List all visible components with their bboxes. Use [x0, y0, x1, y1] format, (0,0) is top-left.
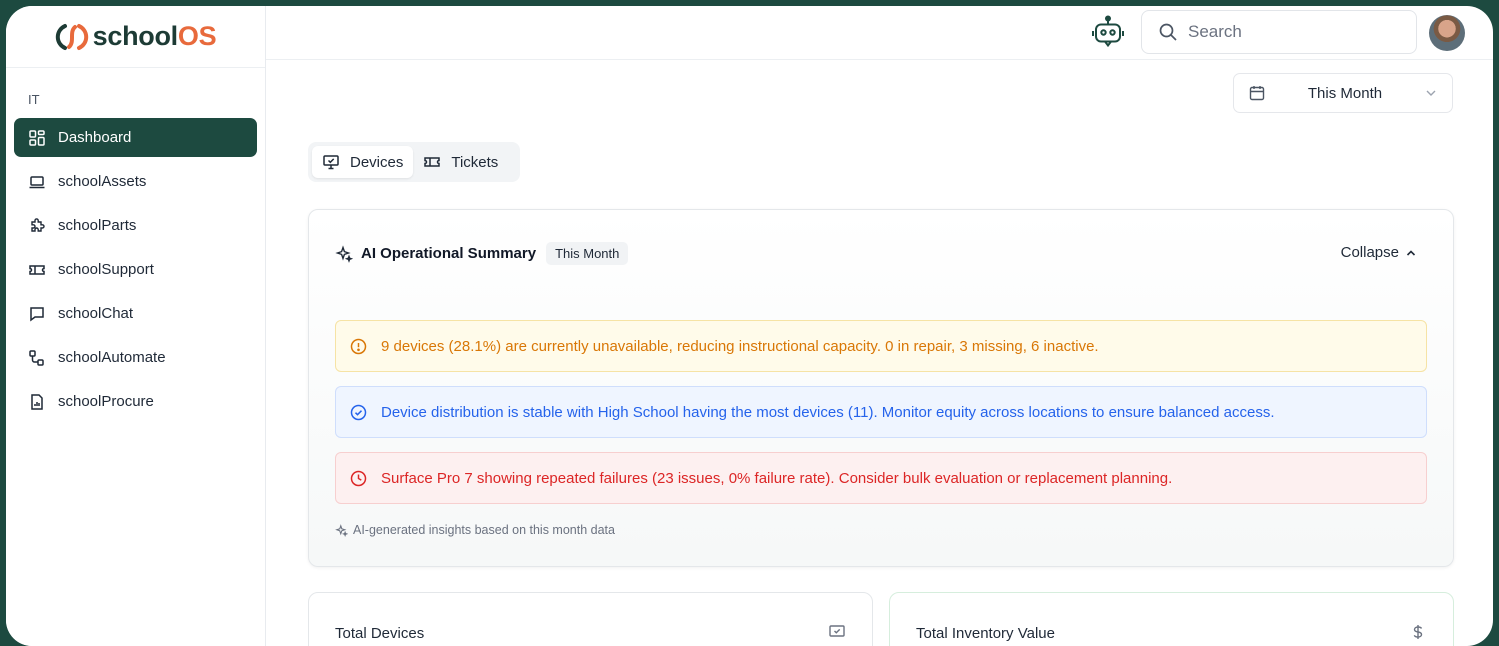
sidebar-item-label: schoolProcure	[58, 393, 154, 410]
date-range-label: This Month	[1307, 84, 1383, 102]
sidebar-item-label: Dashboard	[58, 129, 132, 146]
search-icon	[1159, 23, 1177, 41]
summary-title: AI Operational Summary	[361, 245, 537, 262]
user-avatar[interactable]	[1429, 15, 1465, 51]
view-tabs: Devices Tickets	[308, 142, 520, 182]
alert-warning: 9 devices (28.1%) are currently unavaila…	[335, 320, 1427, 372]
sidebar-section-label: IT	[28, 92, 40, 107]
chevron-down-icon	[1426, 90, 1436, 96]
sparkles-icon	[335, 523, 348, 537]
sidebar-item-schoolchat[interactable]: schoolChat	[14, 294, 257, 333]
clock-icon	[350, 470, 367, 486]
sidebar-item-schoolassets[interactable]: schoolAssets	[14, 162, 257, 201]
sidebar-item-schoolsupport[interactable]: schoolSupport	[14, 250, 257, 289]
ai-assistant-bot-icon[interactable]	[1089, 15, 1127, 49]
chevron-up-icon	[1406, 249, 1416, 256]
ai-operational-summary-card: AI Operational Summary This Month Collap…	[308, 209, 1454, 567]
sidebar-item-schoolprocure[interactable]: schoolProcure	[14, 382, 257, 421]
check-circle-icon	[350, 404, 367, 420]
sidebar: schoolOS IT Dashboard schoolAssets schoo…	[6, 6, 266, 646]
puzzle-icon	[31, 217, 45, 232]
stat-label: Total Devices	[335, 625, 425, 642]
top-header	[266, 6, 1493, 60]
sidebar-item-label: schoolSupport	[58, 261, 154, 278]
document-icon	[31, 393, 43, 410]
sidebar-item-label: schoolParts	[58, 217, 137, 234]
sidebar-nav: Dashboard schoolAssets schoolParts schoo…	[6, 118, 265, 421]
collapse-label: Collapse	[1340, 244, 1399, 261]
tab-devices[interactable]: Devices	[312, 146, 414, 178]
device-check-icon	[829, 625, 845, 637]
monitor-check-icon	[323, 155, 339, 170]
sidebar-item-label: schoolAutomate	[58, 349, 166, 366]
summary-period-badge: This Month	[546, 242, 629, 265]
alert-text: 9 devices (28.1%) are currently unavaila…	[381, 337, 1099, 355]
brand-logo[interactable]: schoolOS	[6, 6, 265, 68]
ticket-icon	[29, 264, 45, 275]
tab-label: Devices	[350, 153, 404, 171]
main-content: This Month Devices Tickets AI Operationa…	[266, 60, 1493, 646]
brand-name: schoolOS	[92, 21, 217, 51]
schoolos-logo-icon	[55, 23, 88, 50]
summary-header: AI Operational Summary This Month	[335, 242, 629, 265]
stat-card-total-devices: Total Devices	[308, 592, 873, 646]
alert-text: Device distribution is stable with High …	[381, 403, 1275, 421]
calendar-icon	[1249, 86, 1265, 101]
alert-text: Surface Pro 7 showing repeated failures …	[381, 469, 1173, 487]
alert-circle-icon	[350, 338, 367, 354]
tab-label: Tickets	[451, 153, 499, 171]
sidebar-item-schoolparts[interactable]: schoolParts	[14, 206, 257, 245]
sidebar-item-label: schoolChat	[58, 305, 134, 322]
laptop-icon	[29, 175, 45, 188]
dollar-icon	[1413, 625, 1423, 639]
collapse-button[interactable]: Collapse	[1341, 244, 1417, 261]
alert-info: Device distribution is stable with High …	[335, 386, 1427, 438]
alert-error: Surface Pro 7 showing repeated failures …	[335, 452, 1427, 504]
search-box[interactable]	[1141, 10, 1417, 54]
workflow-icon	[29, 349, 44, 366]
sidebar-item-label: schoolAssets	[58, 173, 147, 190]
ticket-icon	[424, 157, 441, 167]
sidebar-item-schoolautomate[interactable]: schoolAutomate	[14, 338, 257, 377]
grid-icon	[29, 129, 45, 146]
summary-footnote: AI-generated insights based on this mont…	[335, 523, 615, 537]
sidebar-item-dashboard[interactable]: Dashboard	[14, 118, 257, 157]
app-window: schoolOS IT Dashboard schoolAssets schoo…	[6, 6, 1493, 646]
tab-tickets[interactable]: Tickets	[413, 146, 508, 178]
chat-icon	[30, 306, 44, 321]
footnote-text: AI-generated insights based on this mont…	[353, 523, 615, 537]
search-input[interactable]	[1188, 22, 1388, 42]
stat-label: Total Inventory Value	[916, 625, 1055, 642]
sparkles-icon	[335, 244, 353, 263]
stat-card-total-inventory-value: Total Inventory Value	[889, 592, 1454, 646]
date-range-select[interactable]: This Month	[1233, 73, 1453, 113]
